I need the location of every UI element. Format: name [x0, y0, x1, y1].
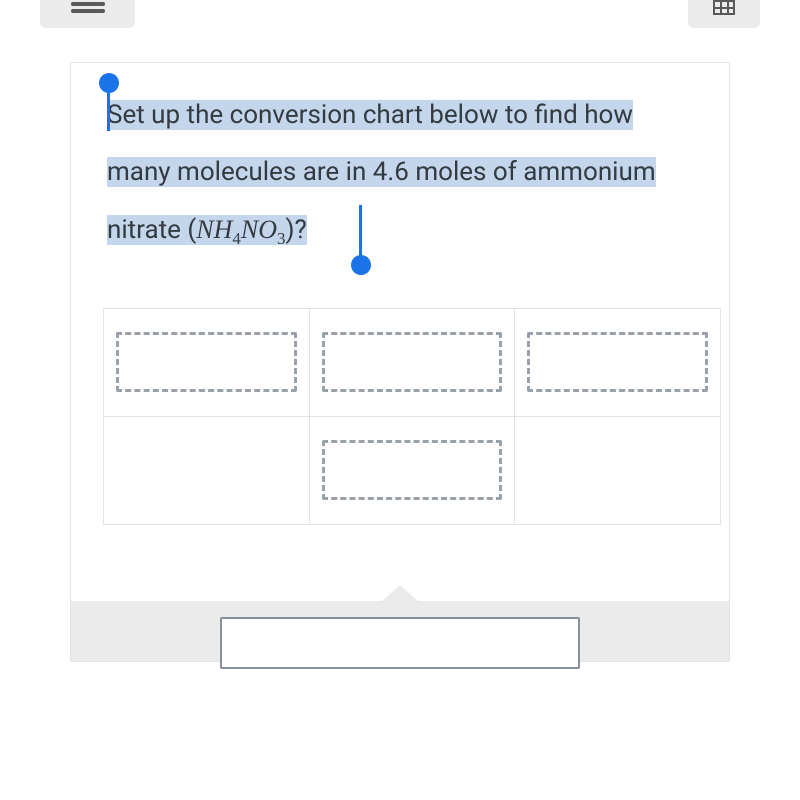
- conversion-table: [103, 308, 721, 525]
- question-line-1: Set up the conversion chart below to fin…: [107, 100, 633, 130]
- table-cell: [104, 416, 310, 524]
- tray-notch-icon: [382, 585, 418, 601]
- selection-end-handle-icon[interactable]: [351, 255, 371, 275]
- selection-start-bar: [107, 91, 110, 131]
- grid-button[interactable]: [688, 0, 760, 28]
- menu-button[interactable]: [40, 0, 135, 28]
- header-bar: 8 of 21 02:40 / 01:30:00: [0, 0, 800, 24]
- formula-H: H: [214, 215, 233, 244]
- question-line-3: nitrate (NH4NO3)?: [107, 201, 693, 259]
- table-cell: [515, 416, 721, 524]
- table-cell: [309, 308, 515, 416]
- table-cell: [515, 308, 721, 416]
- dropzone[interactable]: [322, 332, 503, 392]
- dropzone[interactable]: [116, 332, 297, 392]
- formula-N2: N: [241, 215, 258, 244]
- formula-O: O: [258, 215, 277, 244]
- answer-tile[interactable]: [220, 617, 580, 669]
- timer-text: 02:40 / 01:30:00: [384, 0, 552, 5]
- question-card: Set up the conversion chart below to fin…: [70, 62, 730, 662]
- selection-start-handle-icon[interactable]: [99, 73, 119, 93]
- selection-end-bar: [359, 205, 362, 257]
- line3-post: )?: [285, 215, 306, 245]
- table-cell: [309, 416, 515, 524]
- table-row: [104, 308, 721, 416]
- hamburger-icon: [71, 0, 105, 13]
- dropzone[interactable]: [322, 440, 503, 500]
- question-text-block[interactable]: Set up the conversion chart below to fin…: [71, 87, 729, 260]
- formula-N1: N: [196, 215, 213, 244]
- line3-pre: nitrate (: [107, 215, 196, 245]
- table-row: [104, 416, 721, 524]
- header-center: 8 of 21 02:40 / 01:30:00: [272, 0, 551, 5]
- table-cell: [104, 308, 310, 416]
- dropzone[interactable]: [527, 332, 708, 392]
- question-line-2: many molecules are in 4.6 moles of ammon…: [107, 157, 656, 187]
- answer-tray: [71, 601, 729, 661]
- progress-text: 8 of 21: [272, 0, 344, 5]
- grid-icon: [713, 0, 735, 15]
- formula-sub4: 4: [232, 230, 240, 249]
